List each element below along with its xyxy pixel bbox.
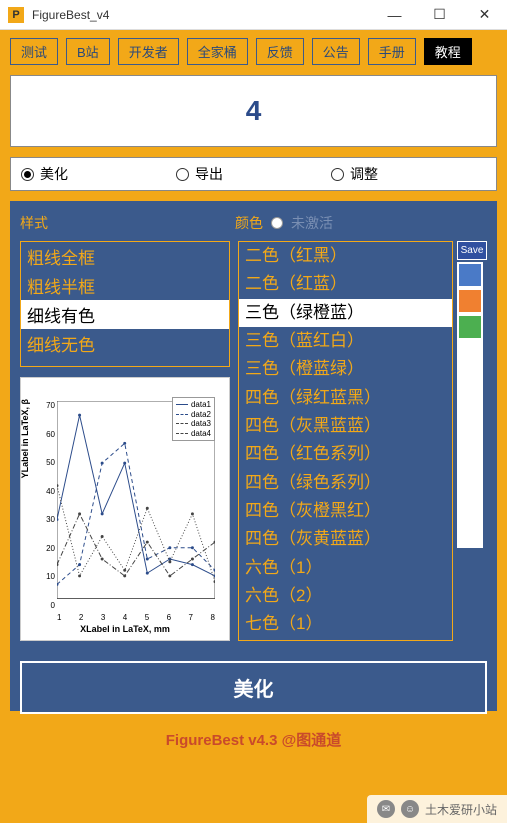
figure-count-display: 4 <box>10 75 497 147</box>
color-item[interactable]: 二色（红黑） <box>239 242 452 270</box>
style-header: 样式 <box>20 213 235 233</box>
mode-tab-2[interactable]: 调整 <box>331 164 486 184</box>
maximize-button[interactable]: ☐ <box>417 0 462 30</box>
window-title: FigureBest_v4 <box>32 8 372 22</box>
save-button[interactable]: Save <box>457 241 487 260</box>
color-header: 颜色 <box>235 213 263 233</box>
color-swatch-6[interactable] <box>457 418 483 444</box>
color-swatch-9[interactable] <box>457 496 483 522</box>
toolbar-btn-0[interactable]: 测试 <box>10 38 58 65</box>
color-swatch-3[interactable] <box>457 340 483 366</box>
x-axis-ticks: 12345678 <box>57 613 215 622</box>
chart-legend: data1data2data3data4 <box>172 397 215 441</box>
color-item[interactable]: 三色（橙蓝绿） <box>239 355 452 383</box>
color-item[interactable]: 四色（灰橙黑红） <box>239 497 452 525</box>
activate-radio[interactable] <box>271 217 283 229</box>
color-item[interactable]: 二色（红蓝） <box>239 270 452 298</box>
x-axis-label: XLabel in LaTeX, mm <box>80 624 170 634</box>
y-axis-ticks: 706050403020100 <box>43 401 55 610</box>
toolbar-btn-7[interactable]: 教程 <box>424 38 472 65</box>
color-item[interactable]: 六色（2） <box>239 582 452 610</box>
style-item[interactable]: 粗线半框 <box>21 271 229 300</box>
toolbar-btn-3[interactable]: 全家桶 <box>187 38 248 65</box>
color-swatch-0[interactable] <box>457 262 483 288</box>
minimize-button[interactable]: — <box>372 0 417 30</box>
top-toolbar: 测试 B站开发者全家桶反馈公告手册教程 <box>10 38 497 65</box>
style-item[interactable]: 粗线全框 <box>21 242 229 271</box>
toolbar-btn-5[interactable]: 公告 <box>312 38 360 65</box>
color-item[interactable]: 四色（灰黄蓝蓝） <box>239 525 452 553</box>
color-swatch-2[interactable] <box>457 314 483 340</box>
toolbar-btn-4[interactable]: 反馈 <box>256 38 304 65</box>
inactive-label: 未激活 <box>291 213 333 233</box>
y-axis-label: YLabel in LaTeX, β <box>20 398 30 477</box>
color-swatch-1[interactable] <box>457 288 483 314</box>
mode-tabs: 美化导出调整 <box>10 157 497 191</box>
toolbar-btn-6[interactable]: 手册 <box>368 38 416 65</box>
app-icon: P <box>8 7 24 23</box>
toolbar-btn-2[interactable]: 开发者 <box>118 38 179 65</box>
color-item[interactable]: 三色（蓝红白） <box>239 327 452 355</box>
color-swatch-4[interactable] <box>457 366 483 392</box>
beautify-button[interactable]: 美化 <box>20 661 487 714</box>
main-panel: 样式 颜色 未激活 粗线全框粗线半框细线有色细线无色 7060504030201… <box>10 201 497 711</box>
color-item[interactable]: 六色（1） <box>239 554 452 582</box>
wechat-label: 土木爱研小站 <box>425 801 497 818</box>
chart-preview: 706050403020100 12345678 data1data2data3… <box>20 377 230 641</box>
close-button[interactable]: ✕ <box>462 0 507 30</box>
color-swatch-5[interactable] <box>457 392 483 418</box>
color-item[interactable]: 四色（绿红蓝黑） <box>239 384 452 412</box>
color-item[interactable]: 四色（红色系列） <box>239 440 452 468</box>
style-item[interactable]: 细线无色 <box>21 329 229 358</box>
figure-count-value: 4 <box>246 95 262 127</box>
wechat-attribution: ✉ ☺ 土木爱研小站 <box>367 795 507 823</box>
color-scheme-list[interactable]: 二色（红黑）二色（红蓝）三色（绿橙蓝）三色（蓝红白）三色（橙蓝绿）四色（绿红蓝黑… <box>238 241 453 641</box>
color-swatch-10[interactable] <box>457 522 483 548</box>
style-item[interactable]: 细线有色 <box>21 300 229 329</box>
mode-tab-0[interactable]: 美化 <box>21 164 176 184</box>
toolbar-btn-1[interactable]: B站 <box>66 38 110 65</box>
color-item[interactable]: 四色（灰黑蓝蓝） <box>239 412 452 440</box>
wechat-icon-2: ☺ <box>401 800 419 818</box>
style-list[interactable]: 粗线全框粗线半框细线有色细线无色 <box>20 241 230 367</box>
window-titlebar: P FigureBest_v4 — ☐ ✕ <box>0 0 507 30</box>
color-swatch-7[interactable] <box>457 444 483 470</box>
swatch-column: Save <box>457 241 487 641</box>
wechat-icon: ✉ <box>377 800 395 818</box>
color-item[interactable]: 七色（1） <box>239 610 452 638</box>
color-item[interactable]: 四色（绿色系列） <box>239 469 452 497</box>
mode-tab-1[interactable]: 导出 <box>176 164 331 184</box>
color-item[interactable]: 三色（绿橙蓝） <box>239 299 452 327</box>
color-swatch-8[interactable] <box>457 470 483 496</box>
footer-text: FigureBest v4.3 @图通道 <box>10 729 497 750</box>
